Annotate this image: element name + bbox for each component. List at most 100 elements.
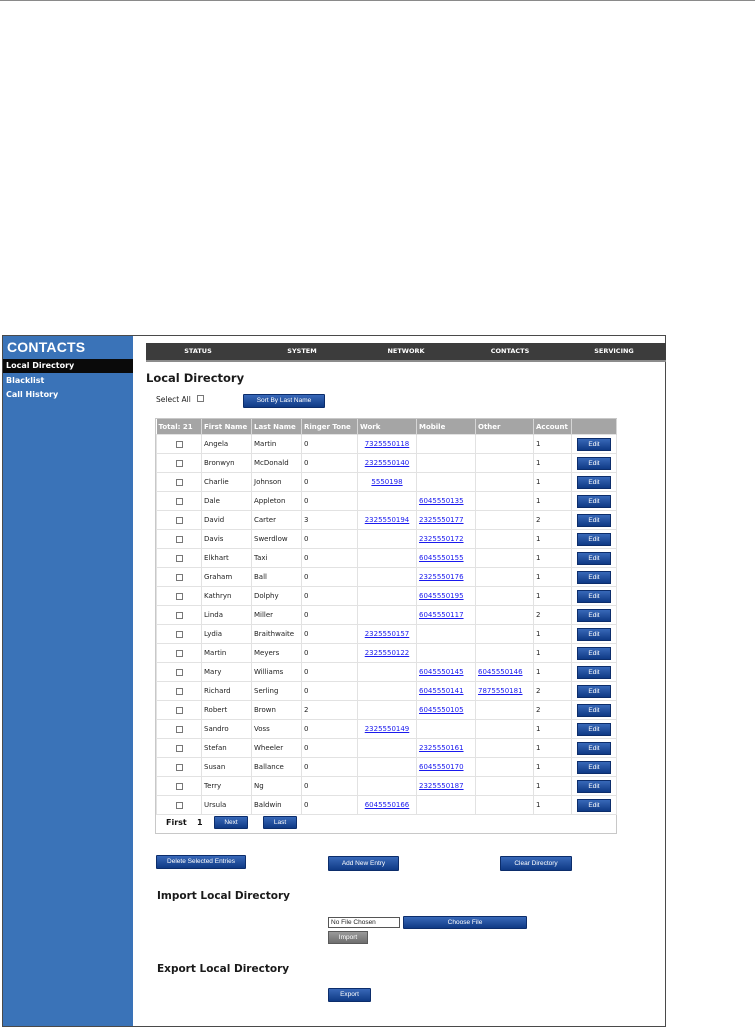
export-button[interactable]: Export	[328, 988, 371, 1002]
row-checkbox[interactable]	[175, 554, 183, 562]
row-checkbox[interactable]	[175, 478, 183, 486]
pager-page-number[interactable]: 1	[197, 818, 203, 827]
row-checkbox[interactable]	[175, 801, 183, 809]
mobile-phone-link[interactable]: 6045550195	[419, 592, 464, 600]
sidebar-item-blacklist[interactable]: Blacklist	[3, 374, 133, 388]
nav-status[interactable]: STATUS	[146, 343, 250, 360]
other-cell	[475, 472, 534, 492]
edit-button[interactable]: Edit	[577, 741, 611, 755]
work-phone-link[interactable]: 2325550157	[365, 630, 410, 638]
edit-button[interactable]: Edit	[577, 722, 611, 736]
mobile-phone-link[interactable]: 6045550141	[419, 687, 464, 695]
mobile-phone-link[interactable]: 6045550117	[419, 611, 464, 619]
row-checkbox[interactable]	[175, 611, 183, 619]
first-name-cell: Elkhart	[201, 548, 252, 568]
nav-network[interactable]: NETWORK	[354, 343, 458, 360]
row-checkbox[interactable]	[175, 440, 183, 448]
edit-button[interactable]: Edit	[577, 684, 611, 698]
row-checkbox[interactable]	[175, 573, 183, 581]
mobile-phone-link[interactable]: 2325550172	[419, 535, 464, 543]
top-nav: STATUS SYSTEM NETWORK CONTACTS SERVICING	[146, 343, 666, 362]
choose-file-button[interactable]: Choose File	[403, 916, 527, 929]
mobile-phone-link[interactable]: 6045550135	[419, 497, 464, 505]
edit-button[interactable]: Edit	[577, 760, 611, 774]
mobile-phone-link[interactable]: 6045550170	[419, 763, 464, 771]
work-phone-link[interactable]: 2325550194	[365, 516, 410, 524]
nav-contacts[interactable]: CONTACTS	[458, 343, 562, 360]
row-checkbox[interactable]	[175, 668, 183, 676]
edit-button[interactable]: Edit	[577, 779, 611, 793]
nav-servicing[interactable]: SERVICING	[562, 343, 666, 360]
sidebar-item-local-directory[interactable]: Local Directory	[3, 359, 133, 373]
edit-button[interactable]: Edit	[577, 608, 611, 622]
edit-button[interactable]: Edit	[577, 551, 611, 565]
account-cell: 1	[533, 586, 572, 606]
account-cell: 1	[533, 757, 572, 777]
row-checkbox[interactable]	[175, 782, 183, 790]
pager-last-button[interactable]: Last	[263, 816, 297, 829]
pager-first[interactable]: First	[166, 818, 187, 827]
mobile-phone-link[interactable]: 2325550176	[419, 573, 464, 581]
table-row: Martin Meyers 0 2325550122 1 Edit	[156, 643, 617, 663]
clear-directory-button[interactable]: Clear Directory	[500, 856, 572, 871]
first-name-cell: Robert	[201, 700, 252, 720]
edit-button[interactable]: Edit	[577, 475, 611, 489]
mobile-phone-link[interactable]: 6045550145	[419, 668, 464, 676]
nav-system[interactable]: SYSTEM	[250, 343, 354, 360]
col-header-mobile: Mobile	[416, 419, 476, 435]
edit-button[interactable]: Edit	[577, 513, 611, 527]
edit-button[interactable]: Edit	[577, 703, 611, 717]
row-checkbox[interactable]	[175, 535, 183, 543]
pager-next-button[interactable]: Next	[214, 816, 248, 829]
work-phone-link[interactable]: 5550198	[371, 478, 402, 486]
work-phone-link[interactable]: 2325550149	[365, 725, 410, 733]
edit-button[interactable]: Edit	[577, 589, 611, 603]
work-phone-link[interactable]: 2325550140	[365, 459, 410, 467]
table-row: Sandro Voss 0 2325550149 1 Edit	[156, 719, 617, 739]
row-checkbox[interactable]	[175, 744, 183, 752]
row-checkbox[interactable]	[175, 725, 183, 733]
ringer-tone-cell: 0	[301, 662, 358, 682]
work-phone-link[interactable]: 7325550118	[365, 440, 410, 448]
work-phone-link[interactable]: 6045550166	[365, 801, 410, 809]
sort-by-last-name-button[interactable]: Sort By Last Name	[243, 394, 325, 408]
row-checkbox[interactable]	[175, 687, 183, 695]
row-checkbox[interactable]	[175, 630, 183, 638]
row-checkbox[interactable]	[175, 763, 183, 771]
work-cell	[357, 700, 417, 720]
last-name-cell: Dolphy	[251, 586, 302, 606]
edit-button[interactable]: Edit	[577, 570, 611, 584]
edit-cell: Edit	[571, 453, 617, 473]
row-checkbox[interactable]	[175, 706, 183, 714]
sidebar-item-call-history[interactable]: Call History	[3, 388, 133, 402]
delete-selected-button[interactable]: Delete Selected Entries	[156, 855, 246, 869]
other-phone-link[interactable]: 7875550181	[478, 687, 523, 695]
other-phone-link[interactable]: 6045550146	[478, 668, 523, 676]
row-checkbox[interactable]	[175, 497, 183, 505]
first-name-cell: Bronwyn	[201, 453, 252, 473]
mobile-phone-link[interactable]: 2325550187	[419, 782, 464, 790]
work-phone-link[interactable]: 2325550122	[365, 649, 410, 657]
row-checkbox[interactable]	[175, 516, 183, 524]
mobile-phone-link[interactable]: 2325550161	[419, 744, 464, 752]
row-checkbox[interactable]	[175, 592, 183, 600]
ringer-tone-cell: 0	[301, 643, 358, 663]
mobile-phone-link[interactable]: 2325550177	[419, 516, 464, 524]
edit-button[interactable]: Edit	[577, 532, 611, 546]
edit-button[interactable]: Edit	[577, 798, 611, 812]
mobile-phone-link[interactable]: 6045550105	[419, 706, 464, 714]
select-all-checkbox[interactable]	[197, 395, 204, 402]
mobile-phone-link[interactable]: 6045550155	[419, 554, 464, 562]
import-button[interactable]: Import	[328, 931, 368, 944]
ringer-tone-cell: 0	[301, 605, 358, 625]
row-checkbox[interactable]	[175, 649, 183, 657]
import-title: Import Local Directory	[157, 890, 290, 902]
edit-button[interactable]: Edit	[577, 646, 611, 660]
edit-button[interactable]: Edit	[577, 665, 611, 679]
add-new-entry-button[interactable]: Add New Entry	[328, 856, 399, 871]
row-checkbox[interactable]	[175, 459, 183, 467]
edit-button[interactable]: Edit	[577, 456, 611, 470]
edit-button[interactable]: Edit	[577, 437, 611, 451]
edit-button[interactable]: Edit	[577, 494, 611, 508]
edit-button[interactable]: Edit	[577, 627, 611, 641]
